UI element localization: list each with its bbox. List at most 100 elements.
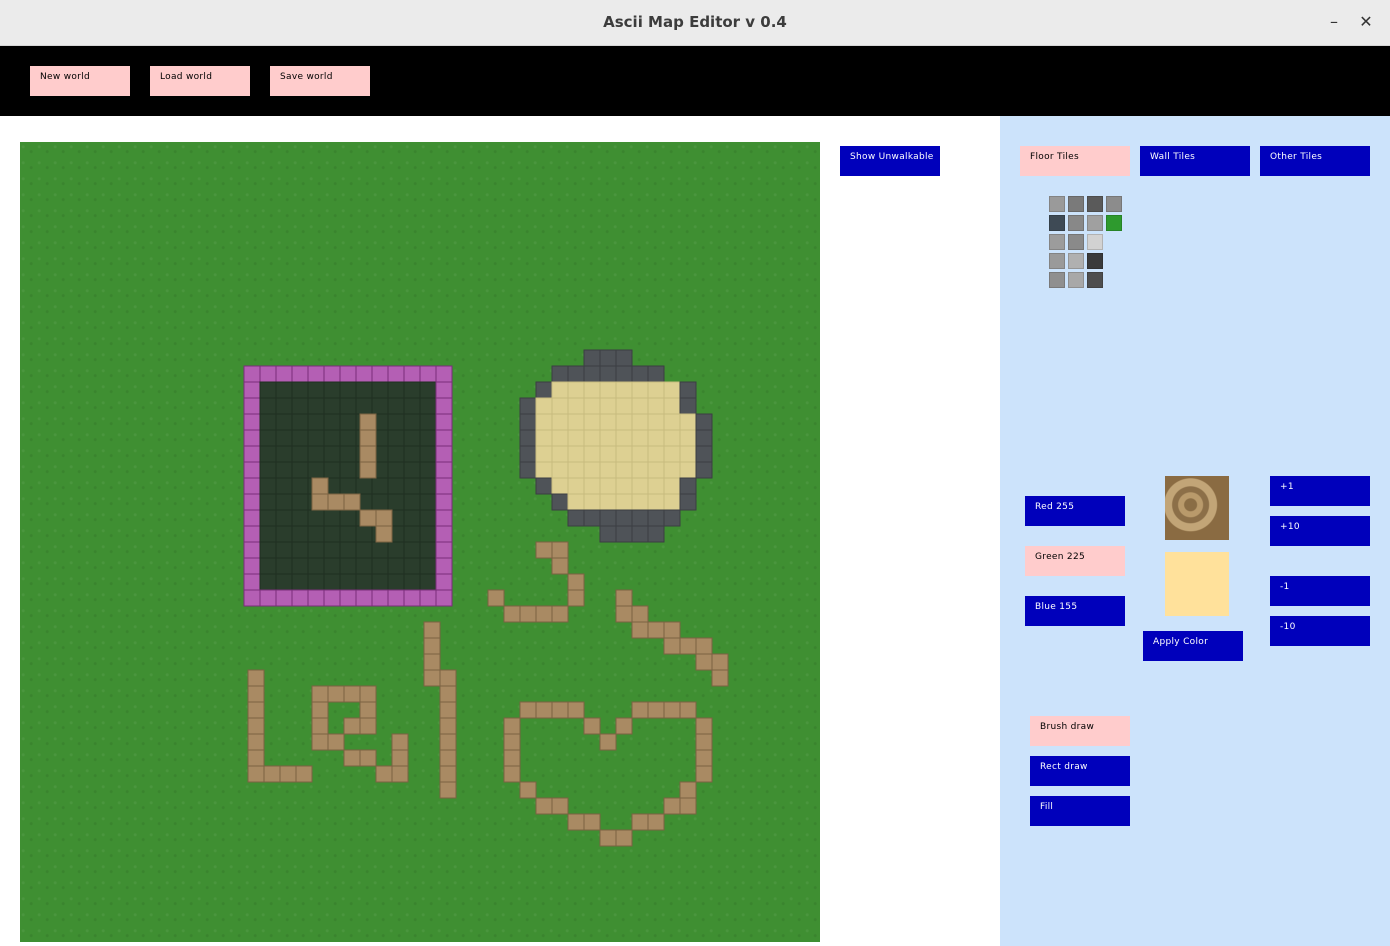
- stone-tile: [615, 349, 633, 367]
- floor-tile: [275, 397, 293, 415]
- palette-tile[interactable]: [1087, 215, 1103, 231]
- save-world-button[interactable]: Save world: [270, 66, 370, 96]
- path-tile: [647, 621, 665, 639]
- palette-tile[interactable]: [1087, 234, 1103, 250]
- floor-tile: [339, 429, 357, 447]
- minus-1-button[interactable]: -1: [1270, 576, 1370, 606]
- wall-tile: [243, 381, 261, 399]
- rect-draw-button[interactable]: Rect draw: [1030, 756, 1130, 786]
- path-tile: [391, 765, 409, 783]
- palette-tile[interactable]: [1106, 215, 1122, 231]
- floor-tile: [275, 493, 293, 511]
- tab-wall-tiles[interactable]: Wall Tiles: [1140, 146, 1250, 176]
- palette-tile[interactable]: [1068, 272, 1084, 288]
- palette-tile[interactable]: [1087, 272, 1103, 288]
- floor-tile: [387, 429, 405, 447]
- floor-tile: [307, 541, 325, 559]
- path-tile: [551, 797, 569, 815]
- path-tile: [487, 589, 505, 607]
- stone-tile: [583, 349, 601, 367]
- path-tile: [439, 749, 457, 767]
- palette-tile[interactable]: [1068, 234, 1084, 250]
- floor-tile: [339, 541, 357, 559]
- palette-tile[interactable]: [1049, 196, 1065, 212]
- path-tile: [663, 621, 681, 639]
- path-tile: [375, 525, 393, 543]
- show-unwalkable-button[interactable]: Show Unwalkable: [840, 146, 940, 176]
- tab-other-tiles[interactable]: Other Tiles: [1260, 146, 1370, 176]
- sand-tile: [663, 477, 681, 495]
- floor-tile: [291, 461, 309, 479]
- map-canvas[interactable]: [20, 142, 820, 942]
- floor-tile: [355, 557, 373, 575]
- path-tile: [359, 413, 377, 431]
- brush-draw-button[interactable]: Brush draw: [1030, 716, 1130, 746]
- plus-1-button[interactable]: +1: [1270, 476, 1370, 506]
- floor-tile: [323, 413, 341, 431]
- stone-tile: [567, 365, 585, 383]
- palette-tile[interactable]: [1087, 253, 1103, 269]
- minus-10-button[interactable]: -10: [1270, 616, 1370, 646]
- fill-button[interactable]: Fill: [1030, 796, 1130, 826]
- green-value-button[interactable]: Green 225: [1025, 546, 1125, 576]
- floor-tile: [403, 397, 421, 415]
- load-world-button[interactable]: Load world: [150, 66, 250, 96]
- floor-tile: [387, 557, 405, 575]
- sand-tile: [583, 445, 601, 463]
- sand-tile: [551, 381, 569, 399]
- floor-tile: [275, 461, 293, 479]
- wall-tile: [259, 365, 277, 383]
- apply-color-button[interactable]: Apply Color: [1143, 631, 1243, 661]
- wall-tile: [243, 461, 261, 479]
- red-value-button[interactable]: Red 255: [1025, 496, 1125, 526]
- palette-tile[interactable]: [1068, 215, 1084, 231]
- palette-tile[interactable]: [1049, 272, 1065, 288]
- palette-tile[interactable]: [1068, 253, 1084, 269]
- plus-10-button[interactable]: +10: [1270, 516, 1370, 546]
- floor-tile: [339, 445, 357, 463]
- window-title: Ascii Map Editor v 0.4: [603, 13, 787, 31]
- palette-tile[interactable]: [1049, 253, 1065, 269]
- stone-tile: [679, 477, 697, 495]
- sand-tile: [599, 477, 617, 495]
- new-world-button[interactable]: New world: [30, 66, 130, 96]
- floor-tile: [259, 493, 277, 511]
- sand-tile: [567, 381, 585, 399]
- path-tile: [391, 733, 409, 751]
- floor-tile: [323, 525, 341, 543]
- path-tile: [439, 733, 457, 751]
- floor-tile: [323, 541, 341, 559]
- floor-tile: [307, 445, 325, 463]
- path-tile: [599, 829, 617, 847]
- sand-tile: [615, 461, 633, 479]
- wall-tile: [243, 397, 261, 415]
- floor-tile: [259, 397, 277, 415]
- floor-tile: [355, 541, 373, 559]
- palette-tile[interactable]: [1049, 215, 1065, 231]
- map-tiles: [243, 349, 729, 847]
- floor-tile: [275, 541, 293, 559]
- palette-tile[interactable]: [1068, 196, 1084, 212]
- sand-tile: [663, 461, 681, 479]
- stone-tile: [679, 493, 697, 511]
- tab-floor-tiles[interactable]: Floor Tiles: [1020, 146, 1130, 176]
- path-tile: [695, 637, 713, 655]
- path-tile: [439, 669, 457, 687]
- palette-tile[interactable]: [1106, 196, 1122, 212]
- wall-tile: [307, 589, 325, 607]
- floor-tile: [307, 525, 325, 543]
- floor-tile: [419, 413, 437, 431]
- minimize-icon[interactable]: –: [1324, 12, 1344, 32]
- palette-tile[interactable]: [1087, 196, 1103, 212]
- floor-tile: [339, 509, 357, 527]
- close-icon[interactable]: ✕: [1356, 12, 1376, 32]
- path-tile: [695, 733, 713, 751]
- blue-value-button[interactable]: Blue 155: [1025, 596, 1125, 626]
- palette-tile[interactable]: [1049, 234, 1065, 250]
- floor-tile: [291, 445, 309, 463]
- path-tile: [551, 605, 569, 623]
- sand-tile: [551, 445, 569, 463]
- sand-tile: [615, 381, 633, 399]
- floor-tile: [291, 509, 309, 527]
- path-tile: [503, 605, 521, 623]
